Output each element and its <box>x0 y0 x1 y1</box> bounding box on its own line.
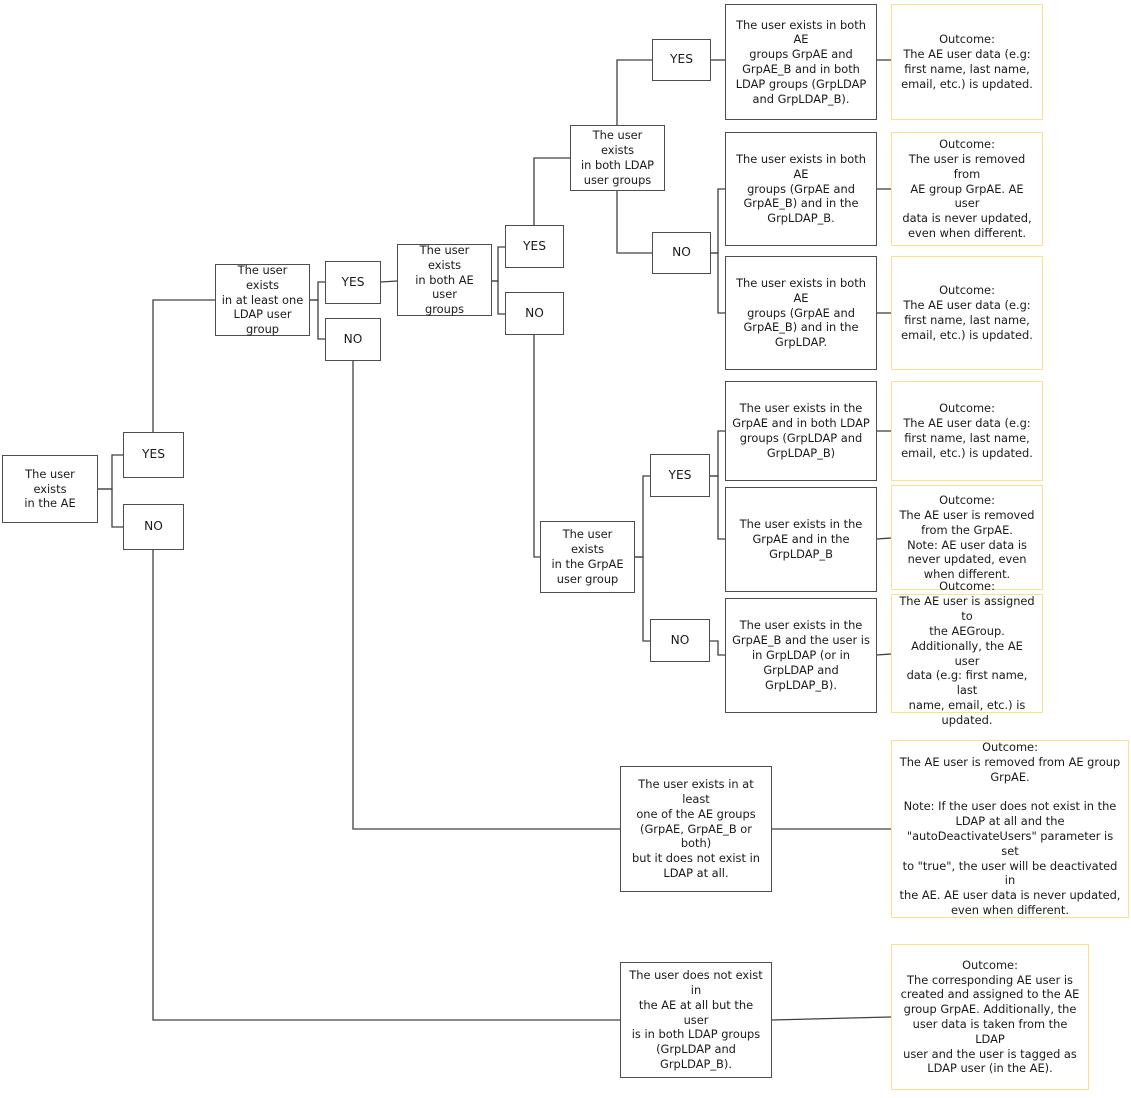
node-label: The user exists in the GrpAE_B and the u… <box>732 618 870 692</box>
connector-bothae-to-yes <box>492 246 505 282</box>
node-label: YES <box>142 447 165 462</box>
outcome-h[interactable]: Outcome: The corresponding AE user is cr… <box>891 944 1089 1090</box>
connector-bothaeyes-up <box>533 157 570 225</box>
node-label: NO <box>343 331 363 346</box>
outcome-e[interactable]: Outcome: The AE user is removed from the… <box>891 485 1043 590</box>
connector-bothldap-to-yes <box>616 59 652 125</box>
connector-casef-to-outf <box>876 653 892 656</box>
node-both-ae-groups-yes[interactable]: YES <box>505 225 564 268</box>
outcome-label: Outcome: The AE user is assigned to the … <box>899 579 1035 727</box>
connector-grpae-to-yes <box>635 475 650 558</box>
node-case-b[interactable]: The user exists in both AE groups (GrpAE… <box>725 132 877 246</box>
outcome-b[interactable]: Outcome: The user is removed from AE gro… <box>891 132 1043 246</box>
node-ldap-at-least-one[interactable]: The user exists in at least one LDAP use… <box>215 262 310 337</box>
node-root-yes[interactable]: YES <box>123 432 184 478</box>
connector-bothae-to-no <box>492 280 505 315</box>
outcome-g[interactable]: Outcome: The AE user is removed from AE … <box>891 740 1129 918</box>
node-label: NO <box>525 305 544 320</box>
outcome-c[interactable]: Outcome: The AE user data (e.g: first na… <box>891 256 1043 370</box>
node-label: The user exists in at least one of the A… <box>632 777 760 881</box>
node-label: The user exists in both LDAP user groups <box>580 128 655 187</box>
node-case-e[interactable]: The user exists in the GrpAE and in the … <box>725 487 877 592</box>
connector-grpaeno-to-casef <box>710 640 725 656</box>
connector-grpaeyes-to-casee <box>710 475 725 540</box>
node-grpae-user-group[interactable]: The user exists in the GrpAE user group <box>540 521 635 593</box>
node-both-ae-groups-no[interactable]: NO <box>505 292 564 335</box>
connector-ldaponeno-to-caseg <box>352 361 620 830</box>
node-root[interactable]: The user exists in the AE <box>2 455 98 523</box>
node-label: The user exists in the GrpAE and in the … <box>739 517 863 561</box>
node-case-a[interactable]: The user exists in both AE groups GrpAE … <box>725 4 877 120</box>
connector-root-to-no <box>98 488 123 528</box>
connector-no-down-to-caseh <box>152 550 620 1021</box>
node-label: YES <box>670 52 693 67</box>
node-label: The user exists in the AE <box>24 466 76 511</box>
node-case-c[interactable]: The user exists in both AE groups (GrpAE… <box>725 256 877 370</box>
outcome-label: Outcome: The AE user data (e.g: first na… <box>901 32 1033 91</box>
node-root-no[interactable]: NO <box>123 504 184 550</box>
node-grpae-user-group-no[interactable]: NO <box>650 619 710 662</box>
node-label: NO <box>672 245 691 260</box>
outcome-label: Outcome: The AE user data (e.g: first na… <box>901 401 1033 460</box>
connector-casee-to-oute <box>876 537 892 540</box>
node-label: NO <box>144 519 163 534</box>
node-case-d[interactable]: The user exists in the GrpAE and in both… <box>725 381 877 481</box>
node-label: The user exists in the GrpAE and in both… <box>732 401 870 460</box>
connector-bothldap-to-no <box>616 191 652 254</box>
connector-root-to-yes <box>98 454 123 490</box>
node-ldap-at-least-one-yes[interactable]: YES <box>325 261 381 304</box>
node-label: YES <box>341 274 365 289</box>
outcome-label: Outcome: The user is removed from AE gro… <box>902 137 1032 241</box>
connector-yes-up-to-ldapone <box>152 299 215 432</box>
connector-caseh-to-outh <box>771 1016 892 1021</box>
node-label: The user exists in at least one LDAP use… <box>221 262 304 337</box>
node-both-ae-groups[interactable]: The user exists in both AE user groups <box>397 242 492 317</box>
outcome-d[interactable]: Outcome: The AE user data (e.g: first na… <box>891 381 1043 481</box>
node-label: The user exists in the GrpAE user group <box>551 527 624 586</box>
node-both-ldap-groups-yes[interactable]: YES <box>652 39 711 81</box>
node-both-ldap-groups-no[interactable]: NO <box>652 232 711 274</box>
outcome-label: Outcome: The AE user data (e.g: first na… <box>901 283 1033 342</box>
connector-ldapone-to-yes <box>310 281 325 301</box>
flowchart-canvas: The user exists in the AE YES NO The use… <box>0 0 1131 1098</box>
connector-grpae-to-no <box>635 556 650 642</box>
connector-grpaeyes-to-cased <box>710 430 725 477</box>
outcome-a[interactable]: Outcome: The AE user data (e.g: first na… <box>891 4 1043 120</box>
node-label: The user does not exist in the AE at all… <box>629 968 763 1072</box>
node-label: The user exists in both AE groups GrpAE … <box>735 17 867 106</box>
connector-bldno-to-caseb <box>711 188 725 254</box>
connector-ldapone-to-no <box>310 299 325 340</box>
connector-ldaponeyes-to-bothae <box>380 280 398 283</box>
node-label: The user exists in both AE groups (GrpAE… <box>736 275 866 350</box>
node-grpae-user-group-yes[interactable]: YES <box>650 454 710 497</box>
node-case-f[interactable]: The user exists in the GrpAE_B and the u… <box>725 598 877 713</box>
node-ldap-at-least-one-no[interactable]: NO <box>325 318 381 361</box>
node-label: YES <box>523 238 546 253</box>
outcome-label: Outcome: The AE user is removed from the… <box>899 493 1035 582</box>
node-case-h[interactable]: The user does not exist in the AE at all… <box>620 962 772 1078</box>
node-label: The user exists in both AE user groups <box>415 242 474 317</box>
outcome-label: Outcome: The corresponding AE user is cr… <box>900 957 1080 1076</box>
outcome-label: Outcome: The AE user is removed from AE … <box>899 740 1121 918</box>
outcome-f[interactable]: Outcome: The AE user is assigned to the … <box>891 579 1043 727</box>
node-label: NO <box>670 632 690 647</box>
node-label: The user exists in both AE groups (GrpAE… <box>736 151 866 226</box>
connector-bldno-to-casec <box>711 252 725 314</box>
node-label: YES <box>668 467 692 482</box>
node-both-ldap-groups[interactable]: The user exists in both LDAP user groups <box>570 125 665 191</box>
node-case-g[interactable]: The user exists in at least one of the A… <box>620 766 772 892</box>
